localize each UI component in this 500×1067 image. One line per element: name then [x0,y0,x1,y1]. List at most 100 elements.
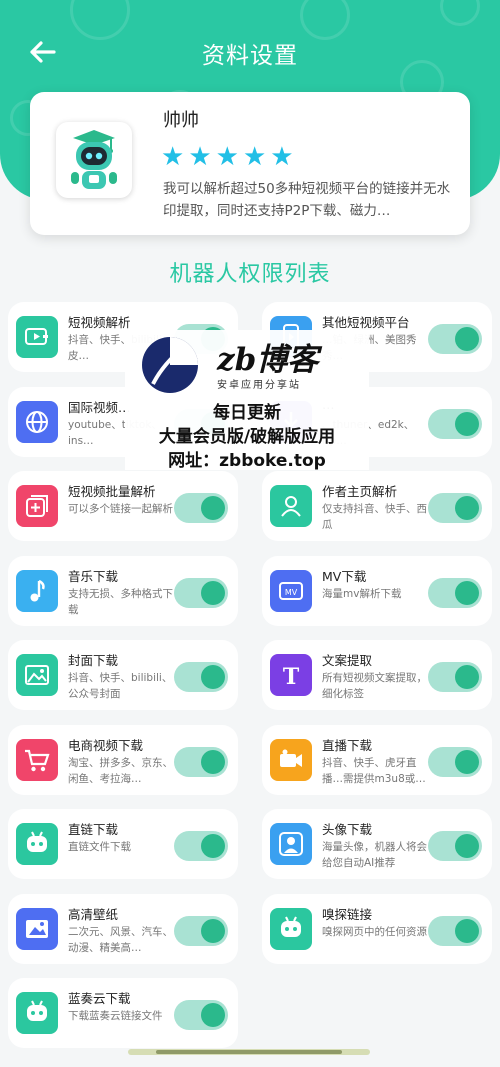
text-t-icon: T [270,654,312,696]
wallpaper-icon [16,907,58,950]
permission-name: 短视频解析 [68,315,131,330]
permission-description: 下载蓝奏云链接文件 [68,1010,163,1022]
bot-profile-card: 帅帅 ★ ★ ★ ★ ★ 我可以解析超过50多种短视频平台的链接并无水印提取，同… [30,92,470,235]
image-icon [16,654,58,696]
watermark-brand: zb博客 [217,342,319,378]
mv-icon: MV [270,569,312,612]
permission-description: 支持无损、多种格式下载 [68,587,173,616]
permission-card: 电商视频下载淘宝、拼多多、京东、闲鱼、考拉海… [8,724,238,795]
permission-description: 可以多个链接一起解析 [68,503,173,515]
home-indicator[interactable] [128,1049,370,1055]
watermark-overlay: zb博客 安卓应用分享站 每日更新 大量会员版/破解版应用 网址：zbboke.… [125,330,369,471]
permission-name: 音乐下载 [68,568,119,584]
watermark-line: 每日更新 [213,403,281,423]
permission-toggle[interactable] [174,831,228,861]
permission-name: MV下载 [322,568,367,584]
robot-icon [16,992,58,1034]
permission-toggle[interactable] [174,1000,228,1030]
permission-description: 所有短视频文案提取，细化标签 [322,672,427,700]
toggle-knob [455,327,479,351]
permission-card: 直链下载直链文件下载 [8,809,238,879]
permission-toggle[interactable] [428,831,482,861]
svg-text:T: T [283,664,300,690]
toggle-knob [455,580,479,605]
permission-card: 嗅探链接嗅探网页中的任何资源 [262,893,492,964]
toggle-knob [201,749,225,774]
cart-icon [16,738,58,781]
bot-description: 我可以解析超过50多种短视频平台的链接并无水印提取，同时还支持P2P下载、磁力… [163,181,451,219]
permission-name: 头像下载 [322,822,373,837]
permission-card: 蓝奏云下载下载蓝奏云链接文件 [8,978,238,1048]
robot-icon [16,823,58,865]
live-camera-icon [270,738,312,781]
permission-card: 音乐下载支持无损、多种格式下载 [8,555,238,626]
toggle-knob [201,580,225,605]
star-icon: ★ [188,142,212,172]
robot-mascot-icon [71,130,117,189]
user-icon [270,485,312,527]
permission-description: 抖音、快手、虎牙直播…需提供m3u8或… [322,756,426,785]
permission-toggle[interactable] [428,746,482,777]
toggle-knob [201,1003,225,1027]
permission-card: 作者主页解析 仅支持抖音、快手、西瓜 [262,471,492,541]
permission-toggle[interactable] [174,915,228,946]
permission-card: 封面下载抖音、快手、bilibili、公众号封面 [8,640,238,710]
permission-card: 直播下载抖音、快手、虎牙直播…需提供m3u8或… [262,724,492,795]
music-note-icon [16,569,58,612]
permission-name: 直链下载 [68,822,119,837]
toggle-knob [201,918,225,943]
permission-toggle[interactable] [428,324,482,354]
permission-toggle[interactable] [174,662,228,692]
bot-rating: ★ ★ ★ ★ ★ [161,144,294,170]
star-icon: ★ [215,142,239,172]
permission-toggle[interactable] [428,915,482,946]
permission-description: 嗅探网页中的任何资源 [322,925,427,938]
toggle-knob [455,411,479,436]
permission-name: 电商视频下载 [68,737,144,753]
svg-text:MV: MV [285,588,298,597]
toggle-knob [455,918,479,943]
permission-name: 其他短视频平台 [322,315,410,330]
permission-name: 文案提取 [322,653,373,668]
permission-card: T 文案提取所有短视频文案提取，细化标签 [262,640,492,710]
video-play-icon [16,316,58,358]
toggle-knob [455,665,479,689]
permission-name: 国际视频… [68,399,131,415]
toggle-knob [455,749,479,774]
permission-name: 直播下载 [322,737,373,753]
star-icon: ★ [270,142,294,172]
batch-add-icon [16,485,58,527]
permission-description: 海量mv解析下载 [322,587,402,600]
permission-toggle[interactable] [174,493,228,523]
star-icon: ★ [242,142,267,172]
permission-name: 蓝奏云下载 [68,991,131,1006]
watermark-logo [142,337,198,393]
permission-card: 短视频批量解析可以多个链接一起解析 [8,471,238,541]
permission-card: MV MV下载海量mv解析下载 [262,555,492,626]
watermark-line: 大量会员版/破解版应用 [158,427,336,447]
permission-description: 二次元、风景、汽车、动漫、精美高… [68,925,173,954]
star-icon: ★ [161,142,185,172]
globe-icon [16,400,58,443]
permission-name: 嗅探链接 [322,906,373,922]
permission-description: 海量头像，机器人将会给您自动AI推荐 [322,841,427,869]
permission-description: 淘宝、拼多多、京东、闲鱼、考拉海… [68,756,173,785]
permission-description: 仅支持抖音、快手、西瓜 [322,503,427,531]
avatar-icon [270,823,312,865]
permission-toggle[interactable] [428,408,482,439]
permission-toggle[interactable] [174,577,228,608]
permission-name: 短视频批量解析 [68,484,156,499]
permission-name: 高清壁纸 [68,906,119,922]
page-title: 资料设置 [202,43,298,69]
permission-toggle[interactable] [428,577,482,608]
permission-name: 封面下载 [68,653,119,668]
toggle-knob [201,834,225,858]
permission-toggle[interactable] [428,493,482,523]
bot-name: 帅帅 [163,110,199,131]
toggle-knob [455,496,479,520]
permission-toggle[interactable] [174,746,228,777]
permission-toggle[interactable] [428,662,482,692]
permission-description: 直链文件下载 [68,841,131,853]
permission-description: 抖音、快手、bilibili、公众号封面 [68,672,173,700]
home-indicator-bar [156,1050,342,1054]
